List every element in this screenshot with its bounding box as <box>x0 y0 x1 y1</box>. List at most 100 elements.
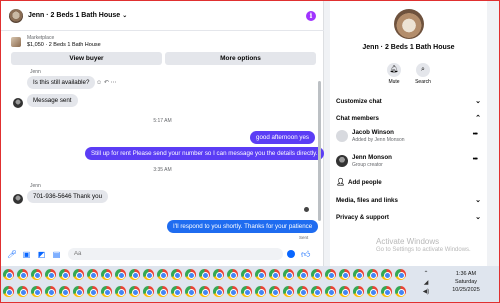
chevron-up-icon[interactable]: ⌃ <box>419 270 433 279</box>
chrome-icon[interactable] <box>367 285 378 297</box>
sticker-icon[interactable]: ◩ <box>37 250 46 259</box>
member-row[interactable]: Jacob Winson Added by Jenn Monson ••• <box>336 128 481 144</box>
chrome-icon[interactable] <box>3 269 14 280</box>
scrollbar[interactable] <box>318 81 321 221</box>
view-buyer-button[interactable]: View buyer <box>11 52 162 65</box>
chrome-icon[interactable] <box>213 269 224 280</box>
chrome-icon[interactable] <box>325 285 336 297</box>
chrome-icon[interactable] <box>87 269 98 280</box>
chrome-icon[interactable] <box>227 285 238 297</box>
chrome-icon[interactable] <box>45 285 56 297</box>
outgoing-message[interactable]: I'll respond to you shortly. Thanks for … <box>167 220 319 233</box>
message-input[interactable] <box>68 248 283 260</box>
system-tray[interactable]: ⌃ ◢ ◀) <box>419 270 433 298</box>
sender-avatar[interactable] <box>13 98 23 108</box>
chrome-icon[interactable] <box>101 285 112 297</box>
microphone-icon[interactable]: 🎤︎ <box>7 250 17 259</box>
media-files-section[interactable]: Media, files and links ⌄ <box>336 195 481 207</box>
chrome-icon[interactable] <box>353 269 364 280</box>
chrome-icon[interactable] <box>17 269 28 280</box>
mute-action[interactable]: 🔔︎ Mute <box>384 63 404 85</box>
chrome-icon[interactable] <box>395 285 406 297</box>
chrome-icon[interactable] <box>157 269 168 280</box>
chrome-icon[interactable] <box>199 285 210 297</box>
search-action[interactable]: ⌕ Search <box>413 63 433 85</box>
chrome-icon[interactable] <box>73 269 84 280</box>
chrome-icon[interactable] <box>101 269 112 280</box>
chrome-icon[interactable] <box>129 285 140 297</box>
more-options-button[interactable]: More options <box>165 52 316 65</box>
chrome-icon[interactable] <box>115 269 126 280</box>
chrome-icon[interactable] <box>339 285 350 297</box>
sender-avatar[interactable] <box>13 194 23 204</box>
chrome-icon[interactable] <box>381 285 392 297</box>
emoji-icon[interactable] <box>287 250 295 258</box>
speaker-icon[interactable]: ◀) <box>419 288 433 297</box>
chrome-icon[interactable] <box>143 269 154 280</box>
chrome-icon[interactable] <box>171 285 182 297</box>
privacy-support-section[interactable]: Privacy & support ⌄ <box>336 212 481 224</box>
chrome-icon[interactable] <box>283 285 294 297</box>
chrome-icon[interactable] <box>297 285 308 297</box>
more-options-icon[interactable]: ••• <box>473 131 478 138</box>
chrome-icon[interactable] <box>213 285 224 297</box>
chrome-icon[interactable] <box>143 285 154 297</box>
chrome-icon[interactable] <box>31 285 42 297</box>
chrome-icon[interactable] <box>73 285 84 297</box>
customize-chat-section[interactable]: Customize chat ⌄ <box>336 96 481 108</box>
chat-avatar[interactable] <box>9 8 23 23</box>
chrome-icon[interactable] <box>31 269 42 280</box>
chrome-icon[interactable] <box>45 269 56 280</box>
more-icon[interactable]: ⋯ <box>111 80 117 86</box>
chrome-icon[interactable] <box>185 285 196 297</box>
more-options-icon[interactable]: ••• <box>473 156 478 163</box>
outgoing-message[interactable]: Still up for rent Please send your numbe… <box>85 147 324 160</box>
chrome-icon[interactable] <box>115 285 126 297</box>
chrome-icon[interactable] <box>241 269 252 280</box>
chrome-icon[interactable] <box>269 285 280 297</box>
chrome-icon[interactable] <box>269 269 280 280</box>
chrome-icon[interactable] <box>227 269 238 280</box>
chrome-icon[interactable] <box>395 269 406 280</box>
chrome-icon[interactable] <box>353 285 364 297</box>
outgoing-message[interactable]: good afternoon yes <box>250 131 315 144</box>
marketplace-listing[interactable]: Marketplace $1,050 · 2 Beds 1 Bath House <box>1 32 324 51</box>
message-actions[interactable]: ☺ ↶ ⋯ <box>96 79 117 86</box>
chrome-icon[interactable] <box>311 285 322 297</box>
chrome-icon[interactable] <box>59 285 70 297</box>
chat-members-section[interactable]: Chat members ⌃ <box>336 113 481 125</box>
chrome-icon[interactable] <box>185 269 196 280</box>
chrome-icon[interactable] <box>59 269 70 280</box>
chrome-icon[interactable] <box>367 269 378 280</box>
info-icon[interactable]: i <box>306 11 316 21</box>
emoji-react-icon[interactable]: ☺ <box>96 80 102 86</box>
chrome-icon[interactable] <box>339 269 350 280</box>
chrome-icon[interactable] <box>381 269 392 280</box>
clock[interactable]: 1:36 AM Saturday 10/25/2025 <box>441 270 491 294</box>
incoming-message[interactable]: Message sent <box>27 94 78 107</box>
chrome-icon[interactable] <box>157 285 168 297</box>
reply-icon[interactable]: ↶ <box>104 80 109 86</box>
chrome-icon[interactable] <box>325 269 336 280</box>
image-icon[interactable]: ▣ <box>22 250 31 259</box>
chrome-icon[interactable] <box>129 269 140 280</box>
chrome-icon[interactable] <box>283 269 294 280</box>
incoming-message[interactable]: 701-936-5646 Thank you <box>27 190 109 203</box>
add-people-button[interactable]: 👤︎ Add people <box>336 178 382 186</box>
chrome-icon[interactable] <box>171 269 182 280</box>
chat-title[interactable]: Jenn · 2 Beds 1 Bath House ⌄ <box>28 12 127 19</box>
chrome-icon[interactable] <box>255 285 266 297</box>
network-icon[interactable]: ◢ <box>419 279 433 288</box>
member-row[interactable]: Jenn Monson Group creator ••• <box>336 153 481 169</box>
chrome-icon[interactable] <box>17 285 28 297</box>
chrome-icon[interactable] <box>87 285 98 297</box>
chrome-icon[interactable] <box>297 269 308 280</box>
chrome-icon[interactable] <box>241 285 252 297</box>
chrome-icon[interactable] <box>255 269 266 280</box>
chrome-icon[interactable] <box>311 269 322 280</box>
incoming-message[interactable]: Is this still available? <box>27 76 96 89</box>
chrome-icon[interactable] <box>3 285 14 297</box>
chrome-icon[interactable] <box>199 269 210 280</box>
like-thumb-icon[interactable]: 👍︎ <box>301 249 310 260</box>
gif-icon[interactable]: ▤ <box>52 250 61 259</box>
